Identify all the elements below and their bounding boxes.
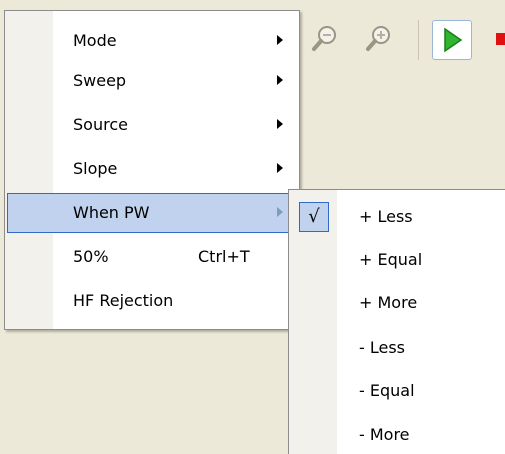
submenu-arrow-icon: [277, 119, 283, 129]
submenu-arrow-icon: [277, 207, 283, 217]
menu-item-label: HF Rejection: [73, 291, 174, 310]
zoom-out-button[interactable]: [306, 20, 344, 58]
zoom-in-icon: [366, 26, 390, 51]
menu-item-shortcut: Ctrl+T: [198, 247, 250, 266]
menu-item-source[interactable]: Source: [7, 105, 297, 145]
when-pw-submenu: √ + Less + Equal + More - Less - Equal -…: [288, 189, 505, 454]
menu-item-sweep[interactable]: Sweep: [7, 61, 297, 101]
menu-item-label: When PW: [73, 203, 150, 222]
menu-item-slope[interactable]: Slope: [7, 149, 297, 189]
submenu-item-label: + Less: [359, 207, 413, 226]
zoom-out-icon: [312, 26, 336, 51]
submenu-item-minus-less[interactable]: - Less: [291, 328, 505, 368]
submenu-item-plus-less[interactable]: √ + Less: [291, 197, 505, 237]
menu-item-label: Mode: [73, 31, 117, 50]
menu-item-mode[interactable]: Mode: [7, 21, 297, 61]
submenu-item-plus-equal[interactable]: + Equal: [291, 240, 505, 280]
check-mark-icon: √: [299, 202, 329, 232]
submenu-arrow-icon: [277, 35, 283, 45]
submenu-item-label: + More: [359, 293, 418, 312]
menu-item-label: Sweep: [73, 71, 127, 90]
screen: Mode Sweep Source Slope When PW 50% Ctrl…: [0, 0, 505, 454]
submenu-item-minus-equal[interactable]: - Equal: [291, 371, 505, 411]
submenu-item-plus-more[interactable]: + More: [291, 283, 505, 323]
menu-item-hf-rejection[interactable]: HF Rejection: [7, 281, 297, 321]
zoom-in-button[interactable]: [360, 20, 398, 58]
run-button[interactable]: [432, 20, 472, 60]
stop-icon: [496, 33, 505, 45]
submenu-item-label: + Equal: [359, 250, 423, 269]
submenu-arrow-icon: [277, 75, 283, 85]
submenu-item-label: - Less: [359, 338, 406, 357]
menu-item-label: Slope: [73, 159, 118, 178]
play-icon: [444, 27, 463, 53]
menu-item-50-percent[interactable]: 50% Ctrl+T: [7, 237, 297, 277]
submenu-item-label: - More: [359, 425, 410, 444]
menu-item-when-pw[interactable]: When PW: [7, 193, 297, 233]
submenu-item-label: - Equal: [359, 381, 415, 400]
toolbar-separator: [418, 20, 419, 60]
stop-button[interactable]: [494, 20, 505, 58]
trigger-menu: Mode Sweep Source Slope When PW 50% Ctrl…: [4, 10, 300, 330]
menu-item-label: 50%: [73, 247, 109, 266]
submenu-arrow-icon: [277, 163, 283, 173]
submenu-item-minus-more[interactable]: - More: [291, 415, 505, 454]
menu-item-label: Source: [73, 115, 128, 134]
